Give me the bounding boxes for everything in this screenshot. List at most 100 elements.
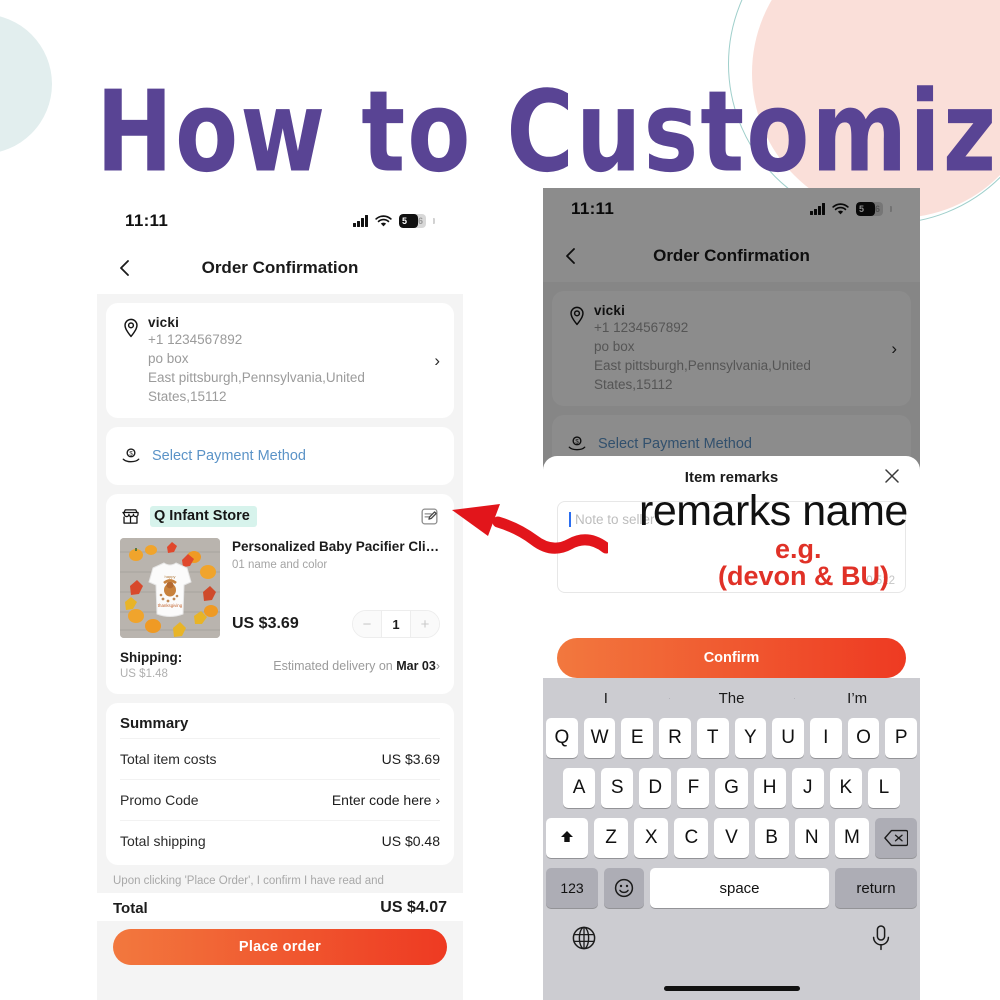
quantity-stepper[interactable]: − 1 + [352, 610, 440, 638]
key-d[interactable]: D [639, 768, 672, 808]
prediction-1[interactable]: I [543, 690, 669, 707]
red-wavy-arrow-icon [452, 504, 608, 554]
key-p[interactable]: P [885, 718, 918, 758]
key-n[interactable]: N [794, 818, 829, 858]
payment-method-card[interactable]: $ Select Payment Method [106, 427, 454, 485]
globe-icon[interactable] [569, 923, 599, 953]
key-q[interactable]: Q [545, 718, 578, 758]
key-t[interactable]: T [696, 718, 729, 758]
product-image[interactable]: happy thanksgiving [120, 538, 220, 638]
annotation-example: (devon & BU) [718, 561, 889, 591]
key-i[interactable]: I [809, 718, 842, 758]
key-k[interactable]: K [829, 768, 862, 808]
key-e[interactable]: E [621, 718, 654, 758]
svg-text:happy: happy [165, 574, 176, 579]
microphone-icon[interactable] [868, 922, 894, 954]
delivery-prefix: Estimated delivery on [273, 659, 397, 673]
battery-tip [433, 218, 435, 224]
payment-method-icon: $ [122, 448, 140, 463]
estimated-delivery: Estimated delivery on Mar 03› [273, 659, 440, 673]
space-key[interactable]: space [650, 868, 829, 908]
key-s[interactable]: S [601, 768, 634, 808]
summary-row-item-costs: Total item costs US $3.69 [120, 738, 440, 779]
annotation-remarks-name: remarks name [639, 487, 908, 535]
store-name[interactable]: Q Infant Store [150, 506, 257, 527]
key-v[interactable]: V [714, 818, 749, 858]
keyboard-row-1: Q W E R T Y U I O P [545, 718, 918, 758]
place-order-button[interactable]: Place order [113, 929, 447, 965]
summary-label: Total item costs [120, 751, 217, 767]
key-w[interactable]: W [583, 718, 616, 758]
home-indicator [663, 986, 800, 991]
address-phone: +1 1234567892 [148, 332, 243, 347]
status-time: 11:11 [125, 211, 169, 230]
close-x-icon[interactable] [882, 466, 902, 486]
total-value: US $4.07 [380, 899, 447, 916]
key-l[interactable]: L [867, 768, 900, 808]
store-product-card: Q Infant Store happy thanksgiving Person… [106, 494, 454, 694]
delivery-chevron-icon[interactable]: › [436, 659, 440, 673]
chevron-right-icon[interactable]: › [428, 351, 440, 371]
confirm-button[interactable]: Confirm [557, 638, 906, 678]
keyboard-row-4: 123 space return [546, 868, 917, 908]
address-line2: East pittsburgh,Pennsylvania,United [148, 370, 365, 385]
key-y[interactable]: Y [734, 718, 767, 758]
back-arrow-icon[interactable] [113, 255, 139, 281]
key-j[interactable]: J [791, 768, 824, 808]
keyboard-bottom-bar [543, 918, 920, 954]
summary-value[interactable]: Enter code here › [332, 792, 440, 808]
summary-value: US $3.69 [381, 751, 440, 767]
sheet-title: Item remarks [684, 468, 779, 486]
battery-icon: 5 6 [399, 214, 426, 228]
key-r[interactable]: R [659, 718, 691, 758]
nav-title: Order Confirmation [201, 258, 359, 277]
numbers-key[interactable]: 123 [546, 868, 598, 908]
summary-row-promo-code[interactable]: Promo Code Enter code here › [120, 779, 440, 820]
summary-row-total-shipping: Total shipping US $0.48 [120, 820, 440, 861]
product-title: Personalized Baby Pacifier Clip Custo… [232, 539, 440, 554]
address-line3: States,15112 [148, 389, 227, 404]
key-g[interactable]: G [715, 768, 748, 808]
address-card[interactable]: vicki +1 1234567892 po box East pittsbur… [106, 303, 454, 418]
prediction-2[interactable]: The [668, 690, 795, 707]
battery-level-sub: 6 [418, 216, 424, 226]
key-f[interactable]: F [677, 768, 710, 808]
wifi-icon [375, 214, 392, 226]
key-m[interactable]: M [834, 818, 869, 858]
keyboard-row-3: Z X C V B N M [546, 818, 917, 858]
shipping-row[interactable]: Shipping: US $1.48 Estimated delivery on… [120, 650, 440, 682]
key-u[interactable]: U [772, 718, 804, 758]
quantity-value[interactable]: 1 [381, 611, 411, 637]
ios-keyboard: I The I’m Q W E R T Y U I O P A S D F G … [543, 678, 920, 1000]
key-b[interactable]: B [754, 818, 789, 858]
svg-text:thanksgiving: thanksgiving [158, 603, 183, 608]
order-disclaimer: Upon clicking 'Place Order', I confirm I… [113, 875, 384, 887]
summary-label: Promo Code [120, 792, 199, 808]
shift-arrow-icon[interactable] [546, 818, 588, 858]
key-o[interactable]: O [847, 718, 880, 758]
backspace-icon[interactable] [874, 818, 917, 858]
emoji-smiley-icon[interactable] [604, 868, 644, 908]
prediction-3[interactable]: I’m [794, 690, 920, 707]
key-h[interactable]: H [753, 768, 786, 808]
address-line1: po box [148, 351, 189, 366]
product-price: US $3.69 [232, 615, 299, 632]
shipping-label: Shipping: [120, 650, 183, 665]
summary-label: Total shipping [120, 833, 206, 849]
key-z[interactable]: Z [594, 818, 629, 858]
address-name: vicki [148, 315, 180, 330]
key-x[interactable]: X [634, 818, 669, 858]
product-variant: 01 name and color [232, 559, 328, 571]
phone-screen-order-confirmation: 11:11 5 6 Order Confirmation vicki +1 12… [97, 200, 463, 1000]
page-title: How to Customize [96, 66, 1000, 198]
quantity-plus-button[interactable]: + [411, 611, 439, 637]
edit-note-icon[interactable] [419, 506, 440, 527]
signal-bars-icon [353, 215, 368, 227]
summary-value: US $0.48 [381, 833, 440, 849]
return-key[interactable]: return [835, 868, 917, 908]
key-c[interactable]: C [674, 818, 709, 858]
total-label: Total [113, 899, 148, 917]
key-a[interactable]: A [563, 768, 596, 808]
baby-onesie-autumn-photo: happy thanksgiving [120, 538, 220, 638]
quantity-minus-button[interactable]: − [353, 611, 381, 637]
